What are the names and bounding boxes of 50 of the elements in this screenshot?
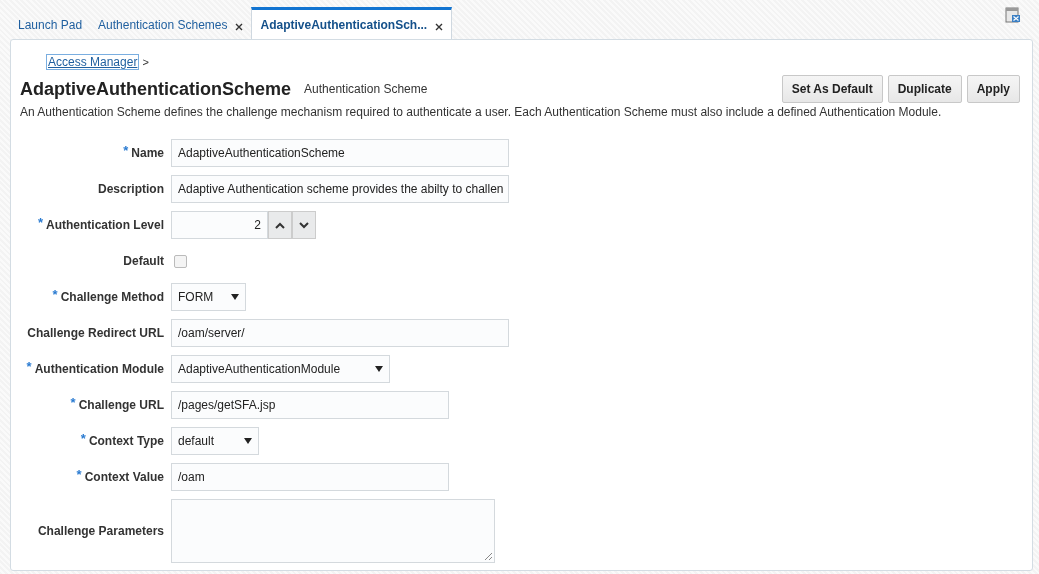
field-label: Name (131, 146, 164, 160)
text-field[interactable]: /oam (171, 463, 449, 491)
breadcrumb-separator: > (142, 56, 149, 68)
resize-grip-icon[interactable] (484, 552, 492, 560)
tab[interactable]: AdaptiveAuthenticationSch... (251, 7, 453, 40)
dropdown[interactable]: default (171, 427, 259, 455)
required-mark: * (26, 359, 32, 374)
field-label: Context Type (88, 434, 164, 448)
number-field[interactable]: 2 (171, 211, 268, 239)
field-label: Authentication Level (46, 218, 164, 232)
tab[interactable]: Launch Pad (10, 7, 91, 39)
text-field[interactable]: AdaptiveAuthenticationScheme (171, 139, 509, 167)
dropdown[interactable]: AdaptiveAuthenticationModule (171, 355, 390, 383)
dropdown[interactable]: FORM (171, 283, 246, 311)
close-icon[interactable] (235, 22, 244, 31)
action-button[interactable]: Set As Default (781, 75, 883, 103)
action-button[interactable]: Duplicate (887, 75, 962, 103)
chevron-up-icon (275, 221, 285, 229)
close-icon[interactable] (435, 23, 444, 31)
text-field[interactable]: /oam/server/ (171, 319, 509, 347)
checkbox[interactable] (174, 254, 187, 268)
required-mark: * (76, 467, 82, 482)
window-close-icon[interactable] (1005, 7, 1021, 23)
required-mark: * (70, 395, 76, 410)
required-mark: * (37, 215, 43, 230)
tab[interactable]: Authentication Schemes (90, 7, 252, 39)
required-mark: * (80, 431, 86, 446)
page-description: An Authentication Scheme defines the challenge mechanism required to authenticate a user. Each Authentication Scheme must also include a defined Authentication Module. (20, 105, 943, 119)
field-label: Challenge Parameters (37, 524, 164, 538)
field-label: Challenge URL (78, 398, 164, 412)
required-mark: * (123, 143, 129, 158)
dropdown-arrow-icon (244, 438, 252, 444)
dropdown-arrow-icon (375, 366, 383, 372)
field-label: Authentication Module (34, 362, 164, 376)
field-label: Challenge Method (60, 290, 164, 304)
decrement-button[interactable] (292, 211, 316, 239)
text-field[interactable]: /pages/getSFA.jsp (171, 391, 449, 419)
field-label: Description (98, 182, 164, 196)
increment-button[interactable] (268, 211, 292, 239)
breadcrumb-link[interactable]: Access Manager (46, 54, 140, 70)
field-label: Challenge Redirect URL (27, 326, 164, 340)
dropdown-arrow-icon (231, 294, 239, 300)
chevron-down-icon (299, 221, 309, 229)
page-subtitle: Authentication Scheme (304, 82, 428, 96)
field-label: Context Value (84, 470, 164, 484)
page-title: AdaptiveAuthenticationScheme (20, 78, 292, 100)
required-mark: * (52, 287, 58, 302)
text-field[interactable]: Adaptive Authentication scheme provides the abilty to challen (171, 175, 509, 203)
field-label: Default (123, 254, 164, 268)
action-button[interactable]: Apply (966, 75, 1020, 103)
